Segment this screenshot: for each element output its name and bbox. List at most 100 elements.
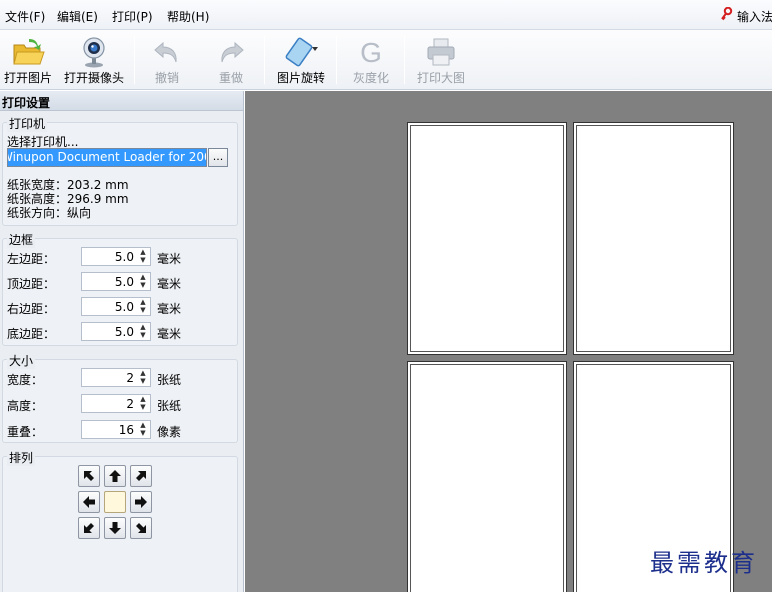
size-group: 大小 宽度： 2 ▲ ▼ 张纸 高度： 2 ▲ ▼ 张纸 重叠： 16 ▲ ▼ 像素: [2, 352, 238, 443]
overlap-label: 重叠：: [7, 425, 44, 439]
grayscale-label: 灰度化: [352, 71, 389, 85]
preview-page: [407, 122, 567, 355]
printer-name-field[interactable]: Winupon Document Loader for 2000: [7, 148, 207, 167]
printer-browse-button[interactable]: ...: [208, 148, 228, 167]
arrow-left-icon: [83, 496, 95, 508]
toolbar: 打开图片 打开摄像头 撤销 重做 图片旋转 G 灰度化 打印大图: [0, 30, 772, 90]
page-margin-frame: [410, 125, 564, 352]
svg-text:G: G: [360, 37, 382, 68]
right-margin-value: 5.0: [114, 300, 134, 314]
printer-icon: [427, 38, 455, 66]
right-margin-label: 右边距：: [7, 302, 56, 316]
open-image-label: 打开图片: [3, 71, 52, 85]
printer-group: 打印机 选择打印机... Winupon Document Loader for…: [2, 115, 238, 226]
printer-group-title: 打印机: [7, 115, 48, 132]
arrange-left-button[interactable]: [78, 491, 100, 513]
arrange-bottom-left-button[interactable]: [78, 517, 100, 539]
spinner-arrows-icon[interactable]: ▲ ▼: [138, 248, 148, 265]
arrange-group: 排列: [2, 449, 238, 592]
spinner-arrows-icon[interactable]: ▲ ▼: [138, 273, 148, 290]
width-unit: 张纸: [157, 373, 182, 387]
grayscale-button[interactable]: G 灰度化: [343, 30, 399, 90]
arrow-down-icon: [109, 522, 121, 534]
left-margin-value: 5.0: [114, 250, 134, 264]
toolbar-separator: [134, 36, 135, 84]
spinner-arrows-icon[interactable]: ▲ ▼: [138, 369, 148, 386]
spinner-arrows-icon[interactable]: ▲ ▼: [138, 298, 148, 315]
key-icon: [721, 7, 733, 21]
arrange-center-button[interactable]: [104, 491, 126, 513]
print-poster-button[interactable]: 打印大图: [410, 30, 472, 90]
print-settings-panel: 打印设置 打印机 选择打印机... Winupon Document Loade…: [0, 91, 244, 592]
arrow-down-left-icon: [84, 523, 94, 533]
page-margin-frame: [410, 364, 564, 592]
printer-name-text: Winupon Document Loader for 2000: [8, 149, 206, 166]
arrow-right-icon: [135, 496, 147, 508]
arrange-right-button[interactable]: [130, 491, 152, 513]
rotate-image-button[interactable]: 图片旋转: [270, 30, 332, 90]
width-label: 宽度：: [7, 373, 44, 387]
right-margin-spinner[interactable]: 5.0 ▲ ▼: [81, 297, 151, 316]
arrange-top-left-button[interactable]: [78, 465, 100, 487]
menu-print[interactable]: 打印(P): [112, 8, 153, 25]
ime-label: 输入法: [737, 10, 772, 24]
bottom-margin-label: 底边距：: [7, 327, 56, 341]
bottom-margin-spinner[interactable]: 5.0 ▲ ▼: [81, 322, 151, 341]
webcam-icon: [83, 37, 105, 68]
rotate-icon: [285, 37, 318, 67]
undo-button[interactable]: 撤销: [142, 30, 192, 90]
arrange-bottom-button[interactable]: [104, 517, 126, 539]
arrow-up-icon: [109, 470, 121, 482]
overlap-unit: 像素: [157, 425, 182, 439]
paper-orientation-text: 纸张方向：纵向: [7, 206, 92, 220]
ime-indicator[interactable]: 输入法: [720, 7, 772, 25]
page-margin-frame: [576, 125, 731, 352]
top-margin-unit: 毫米: [157, 277, 182, 291]
panel-title: 打印设置: [0, 91, 243, 111]
redo-icon: [221, 41, 244, 63]
menu-help[interactable]: 帮助(H): [167, 8, 209, 25]
overlap-spinner[interactable]: 16 ▲ ▼: [81, 420, 151, 439]
arrange-bottom-right-button[interactable]: [130, 517, 152, 539]
left-margin-unit: 毫米: [157, 252, 182, 266]
bottom-margin-value: 5.0: [114, 325, 134, 339]
top-margin-spinner[interactable]: 5.0 ▲ ▼: [81, 272, 151, 291]
width-value: 2: [126, 371, 134, 385]
size-group-title: 大小: [7, 352, 36, 369]
spinner-arrows-icon[interactable]: ▲ ▼: [138, 323, 148, 340]
preview-page: [573, 122, 734, 355]
left-margin-spinner[interactable]: 5.0 ▲ ▼: [81, 247, 151, 266]
open-camera-button[interactable]: 打开摄像头: [60, 30, 128, 90]
grayscale-icon: G: [360, 37, 382, 68]
overlap-value: 16: [118, 423, 134, 437]
menu-file[interactable]: 文件(F): [5, 8, 45, 25]
height-label: 高度：: [7, 399, 44, 413]
menu-edit[interactable]: 编辑(E): [57, 8, 98, 25]
height-spinner[interactable]: 2 ▲ ▼: [81, 394, 151, 413]
open-image-button[interactable]: 打开图片: [0, 30, 56, 90]
arrow-down-right-icon: [136, 523, 146, 533]
preview-page: [407, 361, 567, 592]
right-margin-unit: 毫米: [157, 302, 182, 316]
height-value: 2: [126, 397, 134, 411]
redo-label: 重做: [218, 71, 243, 85]
top-margin-value: 5.0: [114, 275, 134, 289]
undo-label: 撤销: [154, 71, 179, 85]
rotate-image-label: 图片旋转: [276, 71, 325, 85]
menu-bar: 文件(F) 编辑(E) 打印(P) 帮助(H) 输入法: [0, 0, 772, 30]
margin-group: 边框 左边距： 5.0 ▲ ▼ 毫米 顶边距： 5.0 ▲ ▼ 毫米 右边距： 5.0 ▲…: [2, 231, 238, 346]
print-preview-area[interactable]: [245, 91, 772, 592]
toolbar-separator: [336, 36, 337, 84]
toolbar-separator: [264, 36, 265, 84]
arrange-top-button[interactable]: [104, 465, 126, 487]
watermark-text: 最需教育: [650, 549, 758, 577]
toolbar-separator: [404, 36, 405, 84]
width-spinner[interactable]: 2 ▲ ▼: [81, 368, 151, 387]
print-poster-label: 打印大图: [416, 71, 465, 85]
arrange-top-right-button[interactable]: [130, 465, 152, 487]
arrange-group-title: 排列: [7, 449, 36, 466]
spinner-arrows-icon[interactable]: ▲ ▼: [138, 395, 148, 412]
redo-button[interactable]: 重做: [206, 30, 256, 90]
arrow-up-left-icon: [84, 471, 94, 481]
spinner-arrows-icon[interactable]: ▲ ▼: [138, 421, 148, 438]
